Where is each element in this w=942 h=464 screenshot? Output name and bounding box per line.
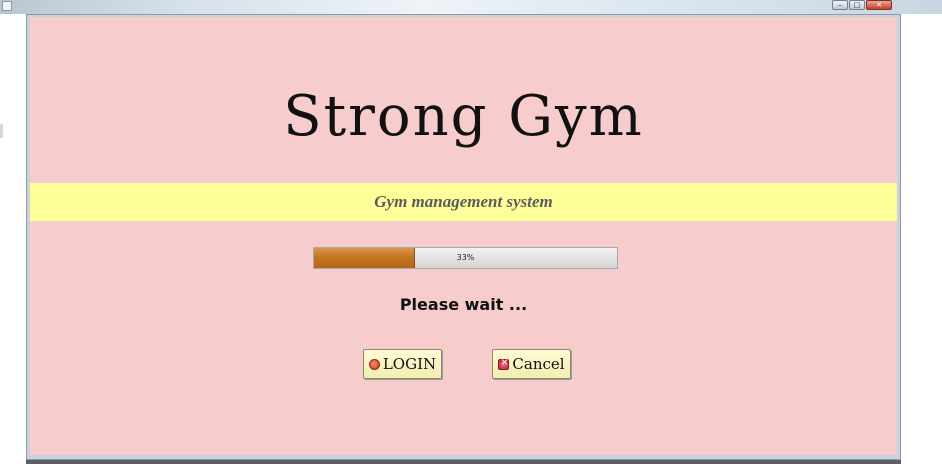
window-controls: ‒ □ ✕ bbox=[832, 0, 892, 10]
app-heading: Strong Gym bbox=[283, 84, 644, 149]
login-button-label: LOGIN bbox=[382, 355, 437, 373]
loading-progress-bar: 33% bbox=[313, 247, 618, 269]
close-button[interactable]: ✕ bbox=[866, 0, 892, 10]
maximize-button[interactable]: □ bbox=[849, 0, 865, 10]
desktop-grip bbox=[0, 124, 3, 138]
minimize-button[interactable]: ‒ bbox=[832, 0, 848, 10]
cancel-icon bbox=[498, 357, 510, 370]
status-text: Please wait ... bbox=[399, 295, 528, 314]
splash-panel: Strong Gym Gym management system 33% Ple… bbox=[30, 17, 897, 455]
progress-label: 33% bbox=[456, 253, 475, 262]
window-titlebar[interactable]: ‒ □ ✕ bbox=[0, 0, 942, 14]
taskbar-edge bbox=[26, 460, 901, 464]
login-button[interactable]: LOGIN bbox=[363, 349, 442, 379]
cancel-button-label: Cancel bbox=[512, 355, 565, 373]
login-icon bbox=[368, 358, 380, 370]
app-subtitle: Gym management system bbox=[374, 192, 553, 211]
cancel-button[interactable]: Cancel bbox=[492, 349, 571, 379]
desktop-left bbox=[0, 14, 26, 464]
app-icon bbox=[2, 1, 12, 11]
subtitle-band: Gym management system bbox=[30, 183, 897, 221]
desktop-right bbox=[901, 14, 942, 464]
